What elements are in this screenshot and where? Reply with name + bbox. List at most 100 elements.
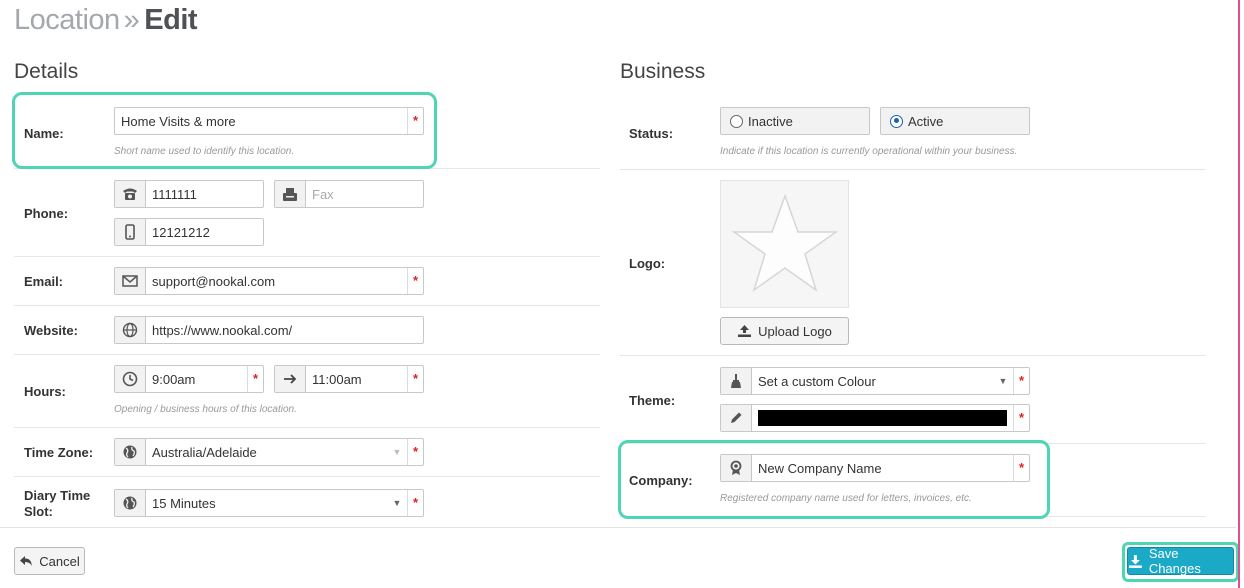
diary-slot-select[interactable]: 15 Minutes ▼ * [114, 489, 424, 517]
required-marker: * [1013, 455, 1029, 481]
envelope-icon [115, 268, 146, 294]
required-marker: * [407, 268, 423, 294]
status-help-text: Indicate if this location is currently o… [720, 146, 1018, 157]
chevron-down-icon: ▼ [392, 447, 402, 457]
logo-label: Logo: [629, 256, 666, 271]
name-help-text: Short name used to identify this locatio… [114, 146, 295, 157]
timezone-row: Time Zone: Australia/Adelaide ▼ * [14, 429, 600, 477]
required-marker: * [407, 366, 423, 392]
save-changes-button[interactable]: Save Changes [1127, 546, 1234, 576]
theme-label: Theme: [629, 393, 676, 408]
globe-icon [115, 490, 146, 516]
required-marker: * [1013, 368, 1029, 394]
upload-logo-button[interactable]: Upload Logo [720, 317, 849, 345]
pencil-icon [721, 405, 752, 431]
phone-label: Phone: [24, 206, 69, 221]
star-icon [731, 193, 838, 292]
details-section-title: Details [14, 60, 79, 83]
website-field[interactable]: https://www.nookal.com/ [114, 316, 424, 344]
email-row: Email: support@nookal.com * [14, 258, 600, 306]
fax-field[interactable]: Fax [274, 180, 424, 208]
website-value: https://www.nookal.com/ [152, 322, 293, 338]
breadcrumb-separator: » [123, 4, 140, 36]
fax-icon [275, 181, 306, 207]
required-marker: * [407, 490, 423, 516]
logo-placeholder [720, 180, 849, 308]
diary-slot-value: 15 Minutes [152, 495, 216, 511]
closing-time-value: 11:00am [312, 371, 362, 387]
window-edge-accent [1238, 0, 1240, 588]
required-marker: * [407, 108, 423, 134]
cancel-label: Cancel [39, 553, 80, 569]
location-edit-page: Location» Edit Details Name: Home Visits … [0, 0, 1244, 588]
website-label: Website: [24, 323, 78, 338]
theme-row: Theme: Set a custom Colour ▼ * * [620, 357, 1206, 444]
status-row: Status: Inactive Active Indicate if this… [620, 93, 1206, 170]
download-icon [1128, 554, 1142, 568]
globe-icon [115, 439, 146, 465]
opening-time-value: 9:00am [152, 371, 196, 387]
mobile-field[interactable]: 12121212 [114, 218, 264, 246]
breadcrumb-parent[interactable]: Location [14, 4, 120, 36]
arrow-right-icon [275, 366, 306, 392]
phone-row: Phone: 1111111 Fax 12121212 [14, 170, 600, 257]
company-help-text: Registered company name used for letters… [720, 493, 972, 504]
opening-time-field[interactable]: 9:00am * [114, 365, 264, 393]
radio-unchecked-icon [730, 114, 743, 128]
upload-icon [738, 325, 752, 337]
email-label: Email: [24, 274, 64, 289]
fax-placeholder: Fax [312, 186, 334, 202]
upload-logo-label: Upload Logo [758, 323, 832, 339]
paint-brush-icon [721, 368, 752, 394]
company-value: New Company Name [758, 460, 882, 476]
form-footer [0, 527, 1236, 588]
company-label: Company: [629, 473, 693, 488]
status-label: Status: [629, 126, 674, 141]
radio-checked-icon [890, 114, 903, 128]
reply-arrow-icon [20, 556, 33, 566]
breadcrumb: Location» Edit [14, 4, 198, 37]
status-inactive-label: Inactive [748, 113, 793, 129]
timezone-select[interactable]: Australia/Adelaide ▼ * [114, 438, 424, 466]
chevron-down-icon: ▼ [392, 498, 402, 508]
logo-row: Logo: [620, 171, 1206, 356]
hours-label: Hours: [24, 384, 66, 399]
mobile-phone-icon [115, 219, 146, 245]
colour-picker-field[interactable]: * [720, 404, 1030, 432]
theme-select[interactable]: Set a custom Colour ▼ * [720, 367, 1030, 395]
phone-value: 1111111 [152, 186, 197, 202]
telephone-icon [115, 181, 146, 207]
cancel-button[interactable]: Cancel [14, 547, 85, 575]
name-row: Name: Home Visits & more * Short name us… [14, 93, 600, 169]
colour-swatch[interactable] [758, 410, 1007, 426]
name-label: Name: [24, 126, 64, 141]
business-section-title: Business [620, 60, 706, 83]
mobile-value: 12121212 [152, 224, 210, 240]
company-field[interactable]: New Company Name * [720, 454, 1030, 482]
save-changes-label: Save Changes [1148, 546, 1201, 576]
award-icon [721, 455, 752, 481]
company-row: Company: New Company Name * Registered c… [620, 445, 1206, 517]
name-value: Home Visits & more [121, 113, 236, 129]
status-inactive-radio[interactable]: Inactive [720, 107, 870, 135]
status-active-radio[interactable]: Active [880, 107, 1030, 135]
diary-slot-label: Diary Time Slot: [24, 488, 91, 519]
phone-field[interactable]: 1111111 [114, 180, 264, 208]
timezone-label: Time Zone: [24, 445, 94, 460]
page-title: Edit [144, 4, 198, 36]
hours-row: Hours: 9:00am * 11:00am * Opening / busi… [14, 356, 600, 428]
email-field[interactable]: support@nookal.com * [114, 267, 424, 295]
name-field[interactable]: Home Visits & more * [114, 107, 424, 135]
clock-icon [115, 366, 146, 392]
theme-value: Set a custom Colour [758, 373, 876, 389]
required-marker: * [247, 366, 263, 392]
chevron-down-icon: ▼ [998, 376, 1008, 386]
website-row: Website: https://www.nookal.com/ [14, 307, 600, 355]
required-marker: * [1013, 405, 1029, 431]
closing-time-field[interactable]: 11:00am * [274, 365, 424, 393]
timezone-value: Australia/Adelaide [152, 444, 257, 460]
diary-slot-row: Diary Time Slot: 15 Minutes ▼ * [14, 478, 600, 527]
hours-help-text: Opening / business hours of this locatio… [114, 404, 297, 415]
globe-icon [115, 317, 146, 343]
required-marker: * [407, 439, 423, 465]
